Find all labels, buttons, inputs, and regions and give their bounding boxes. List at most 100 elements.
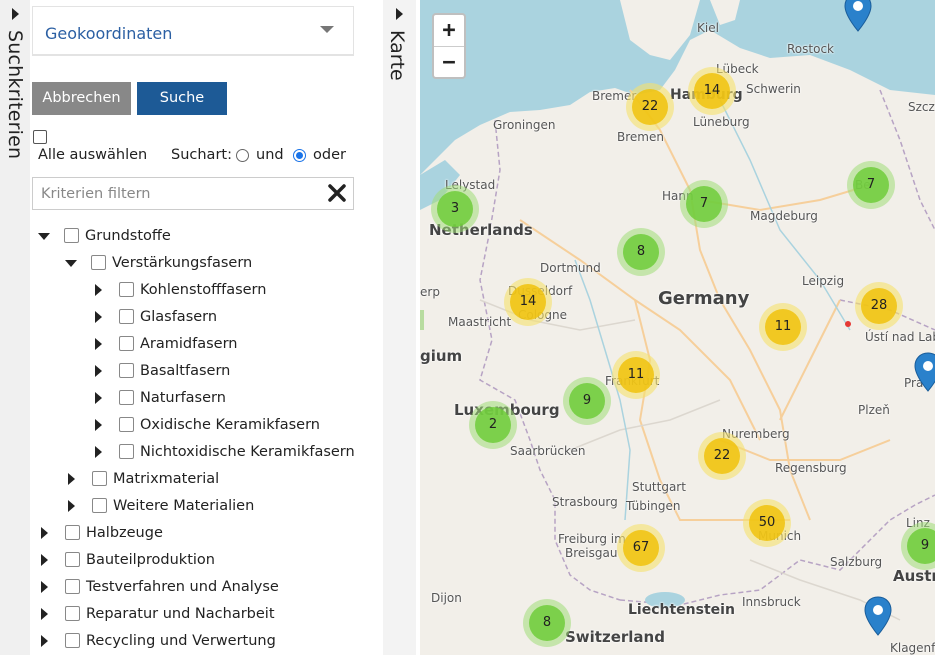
zoom-control: + − xyxy=(432,13,466,79)
tree-checkbox[interactable] xyxy=(119,309,134,324)
cancel-button[interactable]: Abbrechen xyxy=(32,82,131,115)
zoom-out-button[interactable]: − xyxy=(434,47,464,78)
map-cluster-netherlands[interactable]: 3 xyxy=(431,185,479,233)
map-cluster-freiburg[interactable]: 67 xyxy=(617,524,665,572)
map-view[interactable]: Kiel Rostock Lübeck Hamburg Bremer Schwe… xyxy=(420,0,935,655)
place-label-dortmund: Dortmund xyxy=(540,261,601,275)
search-mode-and-radio[interactable] xyxy=(236,149,249,162)
map-cluster-munich[interactable]: 50 xyxy=(743,499,791,547)
collapsed-arrow-icon[interactable] xyxy=(95,419,102,431)
tree-checkbox[interactable] xyxy=(92,471,107,486)
cluster-count: 8 xyxy=(529,605,565,641)
cluster-count: 50 xyxy=(749,505,785,541)
select-all-label: Alle auswählen xyxy=(38,147,148,163)
criteria-filter-input[interactable] xyxy=(33,178,326,209)
map-cluster-koblenz[interactable]: 9 xyxy=(563,377,611,425)
place-label-innsbruck: Innsbruck xyxy=(742,595,801,609)
cluster-count: 8 xyxy=(623,234,659,270)
map-cluster-berlin[interactable]: 7 xyxy=(847,161,895,209)
collapse-arrow-icon[interactable] xyxy=(12,8,19,20)
place-label-strasbourg: Strasbourg xyxy=(552,495,618,509)
tree-checkbox[interactable] xyxy=(65,579,80,594)
map-cluster-dortmund[interactable]: 8 xyxy=(617,228,665,276)
collapsed-arrow-icon[interactable] xyxy=(95,284,102,296)
cluster-count: 11 xyxy=(765,309,801,345)
tree-checkbox[interactable] xyxy=(65,552,80,567)
cluster-count: 11 xyxy=(618,357,654,393)
map-marker-icon[interactable] xyxy=(844,0,872,32)
map-cluster-hamburg[interactable]: 14 xyxy=(688,67,736,115)
tree-item-label: Naturfasern xyxy=(140,390,226,406)
map-cluster-leipzig[interactable]: 28 xyxy=(855,282,903,330)
clear-icon[interactable] xyxy=(326,182,348,204)
place-label-erp: erp xyxy=(420,285,440,299)
tree-checkbox[interactable] xyxy=(119,417,134,432)
search-criteria-rail[interactable]: Suchkriterien xyxy=(0,0,30,655)
search-button[interactable]: Suche xyxy=(137,82,227,115)
place-label-plzen: Plzeň xyxy=(858,403,890,417)
cluster-count: 22 xyxy=(704,438,740,474)
map-panel-rail[interactable]: Karte xyxy=(383,0,416,655)
cluster-count: 28 xyxy=(861,288,897,324)
collapsed-arrow-icon[interactable] xyxy=(68,473,75,485)
place-label-freiburg: Freiburg im xyxy=(558,532,626,546)
place-label-regensburg: Regensburg xyxy=(775,461,847,475)
map-cluster-luxembourg[interactable]: 2 xyxy=(469,401,517,449)
map-marker-icon[interactable] xyxy=(864,596,892,636)
tree-checkbox[interactable] xyxy=(119,336,134,351)
select-all-checkbox[interactable] xyxy=(33,130,47,144)
map-cluster-cologne[interactable]: 14 xyxy=(504,278,552,326)
map-cluster-frankfurt[interactable]: 11 xyxy=(612,351,660,399)
tree-checkbox[interactable] xyxy=(65,633,80,648)
zoom-in-button[interactable]: + xyxy=(434,15,464,47)
search-mode-label: Suchart: xyxy=(171,147,232,163)
place-label-bremen: Bremen xyxy=(617,130,664,144)
cluster-count: 9 xyxy=(907,528,935,564)
map-cluster-hannover[interactable]: 7 xyxy=(680,180,728,228)
tree-checkbox[interactable] xyxy=(119,444,134,459)
tree-checkbox[interactable] xyxy=(119,363,134,378)
tree-checkbox[interactable] xyxy=(119,282,134,297)
place-label-salzburg: Salzburg xyxy=(830,555,883,569)
search-mode-or-label: oder xyxy=(313,147,346,163)
collapsed-arrow-icon[interactable] xyxy=(95,446,102,458)
collapsed-arrow-icon[interactable] xyxy=(95,392,102,404)
collapsed-arrow-icon[interactable] xyxy=(41,581,48,593)
tree-checkbox[interactable] xyxy=(65,525,80,540)
place-label-saarbruecken: Saarbrücken xyxy=(510,444,586,458)
map-cluster-switzerland[interactable]: 8 xyxy=(523,599,571,647)
collapsed-arrow-icon[interactable] xyxy=(41,554,48,566)
cluster-count: 22 xyxy=(632,89,668,125)
tree-item-label: Grundstoffe xyxy=(85,228,171,244)
place-label-dijon: Dijon xyxy=(431,591,462,605)
map-cluster-bremen[interactable]: 22 xyxy=(626,83,674,131)
expanded-arrow-icon[interactable] xyxy=(38,233,50,240)
tree-checkbox[interactable] xyxy=(119,390,134,405)
collapsed-arrow-icon[interactable] xyxy=(41,527,48,539)
collapse-arrow-icon[interactable] xyxy=(396,8,403,20)
map-cluster-erfurt[interactable]: 11 xyxy=(759,303,807,351)
tree-checkbox[interactable] xyxy=(92,498,107,513)
collapsed-arrow-icon[interactable] xyxy=(68,500,75,512)
criteria-filter-box xyxy=(32,177,354,210)
cluster-count: 14 xyxy=(694,73,730,109)
tree-checkbox[interactable] xyxy=(91,255,106,270)
place-label-tuebingen: Tübingen xyxy=(626,499,681,513)
collapsed-arrow-icon[interactable] xyxy=(95,338,102,350)
expanded-arrow-icon[interactable] xyxy=(65,260,77,267)
collapsed-arrow-icon[interactable] xyxy=(41,608,48,620)
collapsed-arrow-icon[interactable] xyxy=(95,311,102,323)
tree-checkbox[interactable] xyxy=(65,606,80,621)
tree-item-label: Kohlenstofffasern xyxy=(140,282,267,298)
geo-coordinates-dropdown[interactable]: Geokoordinaten xyxy=(32,6,354,56)
map-cluster-nuremberg[interactable]: 22 xyxy=(698,432,746,480)
place-label-schwerin: Schwerin xyxy=(746,82,801,96)
collapsed-arrow-icon[interactable] xyxy=(41,635,48,647)
search-mode-or-radio[interactable] xyxy=(293,149,306,162)
tree-item-label: Oxidische Keramikfasern xyxy=(140,417,320,433)
map-marker-icon[interactable] xyxy=(914,352,935,392)
cluster-count: 2 xyxy=(475,407,511,443)
tree-checkbox[interactable] xyxy=(64,228,79,243)
place-label-breisgau: Breisgau xyxy=(565,546,618,560)
collapsed-arrow-icon[interactable] xyxy=(95,365,102,377)
